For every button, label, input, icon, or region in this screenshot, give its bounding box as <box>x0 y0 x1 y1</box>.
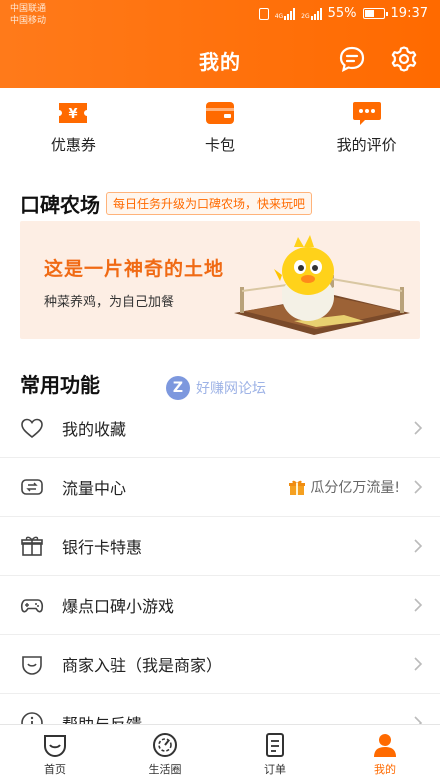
farm-header: 口碑农场 每日任务升级为口碑农场，快来玩吧 <box>20 189 313 218</box>
chevron-right-icon <box>414 657 423 671</box>
svg-text:¥: ¥ <box>69 107 78 122</box>
tab-label: 订单 <box>264 763 286 776</box>
tab-mine[interactable]: 我的 <box>330 725 440 782</box>
chevron-right-icon <box>414 539 423 553</box>
tab-label: 首页 <box>44 763 66 776</box>
tab-life-circle[interactable]: 生活圈 <box>110 725 220 782</box>
review-icon <box>352 102 381 125</box>
gift-box-icon <box>21 536 43 556</box>
list-item-bank-card-deals[interactable]: 银行卡特惠 <box>0 517 440 576</box>
function-list: 我的收藏 流量中心 瓜分亿万流量! 银行卡特惠 爆点口碑小游戏 商家入驻（我是商… <box>0 399 440 753</box>
chevron-right-icon <box>414 598 423 612</box>
data-exchange-icon <box>21 479 43 495</box>
header-bar: 中国联通 中国移动 4G 2G 55% 19:37 我的 <box>0 0 440 88</box>
list-item-favorites[interactable]: 我的收藏 <box>0 399 440 458</box>
status-indicators: 4G 2G 55% 19:37 <box>258 6 428 21</box>
net-type-2: 2G <box>301 12 310 20</box>
list-item-merchant-join[interactable]: 商家入驻（我是商家） <box>0 635 440 694</box>
gamepad-icon <box>20 599 44 613</box>
watermark-text: 好赚网论坛 <box>196 381 266 397</box>
tab-label: 生活圈 <box>148 763 182 776</box>
coupon-icon: ¥ <box>59 103 88 123</box>
net-type-1: 4G <box>274 12 284 20</box>
heart-icon <box>21 418 43 439</box>
order-icon <box>266 733 284 757</box>
wallet-icon <box>206 102 234 124</box>
carrier-labels: 中国联通 中国移动 <box>10 3 46 27</box>
tab-label: 我的 <box>374 763 396 776</box>
watermark-logo: Z <box>166 376 190 400</box>
bottom-tab-bar: 首页 生活圈 订单 我的 <box>0 724 440 782</box>
list-item-data-center[interactable]: 流量中心 瓜分亿万流量! <box>0 458 440 517</box>
carrier-2: 中国移动 <box>10 16 47 26</box>
signal-2-icon: 2G <box>301 7 322 20</box>
row-label: 流量中心 <box>62 479 127 498</box>
data-promo: 瓜分亿万流量! <box>288 477 400 497</box>
forum-watermark: Z 好赚网论坛 <box>166 376 266 400</box>
farm-banner[interactable]: 这是一片神奇的土地 种菜养鸡，为自己加餐 <box>20 221 420 339</box>
clock: 19:37 <box>390 6 428 21</box>
tab-home[interactable]: 首页 <box>0 725 110 782</box>
my-reviews-button[interactable]: 我的评价 <box>293 100 440 160</box>
row-label: 银行卡特惠 <box>62 538 143 557</box>
chevron-right-icon <box>414 480 423 494</box>
farm-banner-subtitle: 种菜养鸡，为自己加餐 <box>44 295 175 310</box>
carrier-1: 中国联通 <box>10 4 47 14</box>
page-title: 我的 <box>199 50 241 74</box>
gift-icon <box>289 480 306 495</box>
battery-icon <box>362 8 388 19</box>
farm-banner-title: 这是一片神奇的土地 <box>44 258 225 280</box>
card-wallet-button[interactable]: 卡包 <box>147 100 294 160</box>
tab-orders[interactable]: 订单 <box>220 725 330 782</box>
farm-title: 口碑农场 <box>20 193 100 217</box>
farm-chick-illustration <box>234 235 410 335</box>
coupon-label: 优惠券 <box>50 136 96 154</box>
my-reviews-label: 我的评价 <box>336 136 397 154</box>
shop-smile-icon <box>22 656 42 675</box>
coupon-button[interactable]: ¥ 优惠券 <box>0 100 147 160</box>
row-label: 我的收藏 <box>62 420 127 439</box>
status-bar: 中国联通 中国移动 4G 2G 55% 19:37 <box>0 0 440 30</box>
row-label: 商家入驻（我是商家） <box>62 656 223 675</box>
battery-percent: 55% <box>327 6 357 21</box>
signal-1-icon: 4G <box>274 7 296 20</box>
compass-icon <box>153 733 177 757</box>
data-promo-text: 瓜分亿万流量! <box>310 480 400 496</box>
person-icon <box>374 734 396 757</box>
home-smile-icon <box>44 735 66 757</box>
row-label: 爆点口碑小游戏 <box>62 597 175 616</box>
quick-actions: ¥ 优惠券 卡包 我的评价 <box>0 100 440 160</box>
list-item-mini-game[interactable]: 爆点口碑小游戏 <box>0 576 440 635</box>
message-icon[interactable] <box>338 45 366 73</box>
farm-tag: 每日任务升级为口碑农场，快来玩吧 <box>106 192 313 215</box>
common-functions-title: 常用功能 <box>20 373 100 397</box>
gear-icon[interactable] <box>390 45 418 73</box>
vibrate-icon <box>258 7 269 20</box>
card-wallet-label: 卡包 <box>205 136 236 154</box>
chevron-right-icon <box>414 421 423 435</box>
